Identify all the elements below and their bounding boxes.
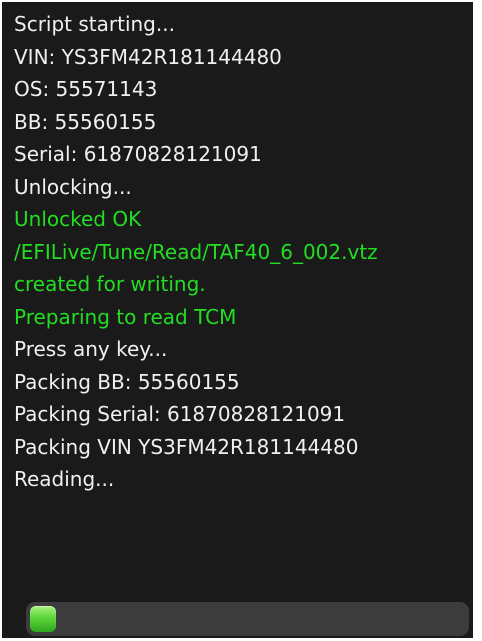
- console-line: Serial: 61870828121091: [14, 142, 262, 166]
- progress-bar-fill: [30, 606, 56, 632]
- console-line: BB: 55560155: [14, 109, 157, 134]
- console-window: Script starting... VIN: YS3FM42R18114448…: [2, 2, 476, 638]
- console-line: Reading...: [14, 467, 115, 491]
- console-line: Unlocked OK: [14, 207, 142, 231]
- progress-bar: [26, 602, 469, 636]
- console-line: /EFILive/Tune/Read/TAF40_6_002.vtz: [14, 239, 378, 264]
- console-line: Unlocking...: [14, 174, 132, 199]
- console-line: Packing Serial: 61870828121091: [14, 402, 346, 426]
- console-line: Press any key...: [14, 337, 168, 361]
- console-line: Packing VIN YS3FM42R181144480: [14, 434, 359, 459]
- console-output: Script starting... VIN: YS3FM42R18114448…: [14, 8, 469, 496]
- console-line: created for writing.: [14, 272, 206, 296]
- console-line: Script starting...: [14, 12, 175, 36]
- console-line: OS: 55571143: [14, 77, 158, 101]
- console-line: Packing BB: 55560155: [14, 369, 240, 394]
- console-line: Preparing to read TCM: [14, 304, 237, 329]
- console-line: VIN: YS3FM42R181144480: [14, 44, 282, 69]
